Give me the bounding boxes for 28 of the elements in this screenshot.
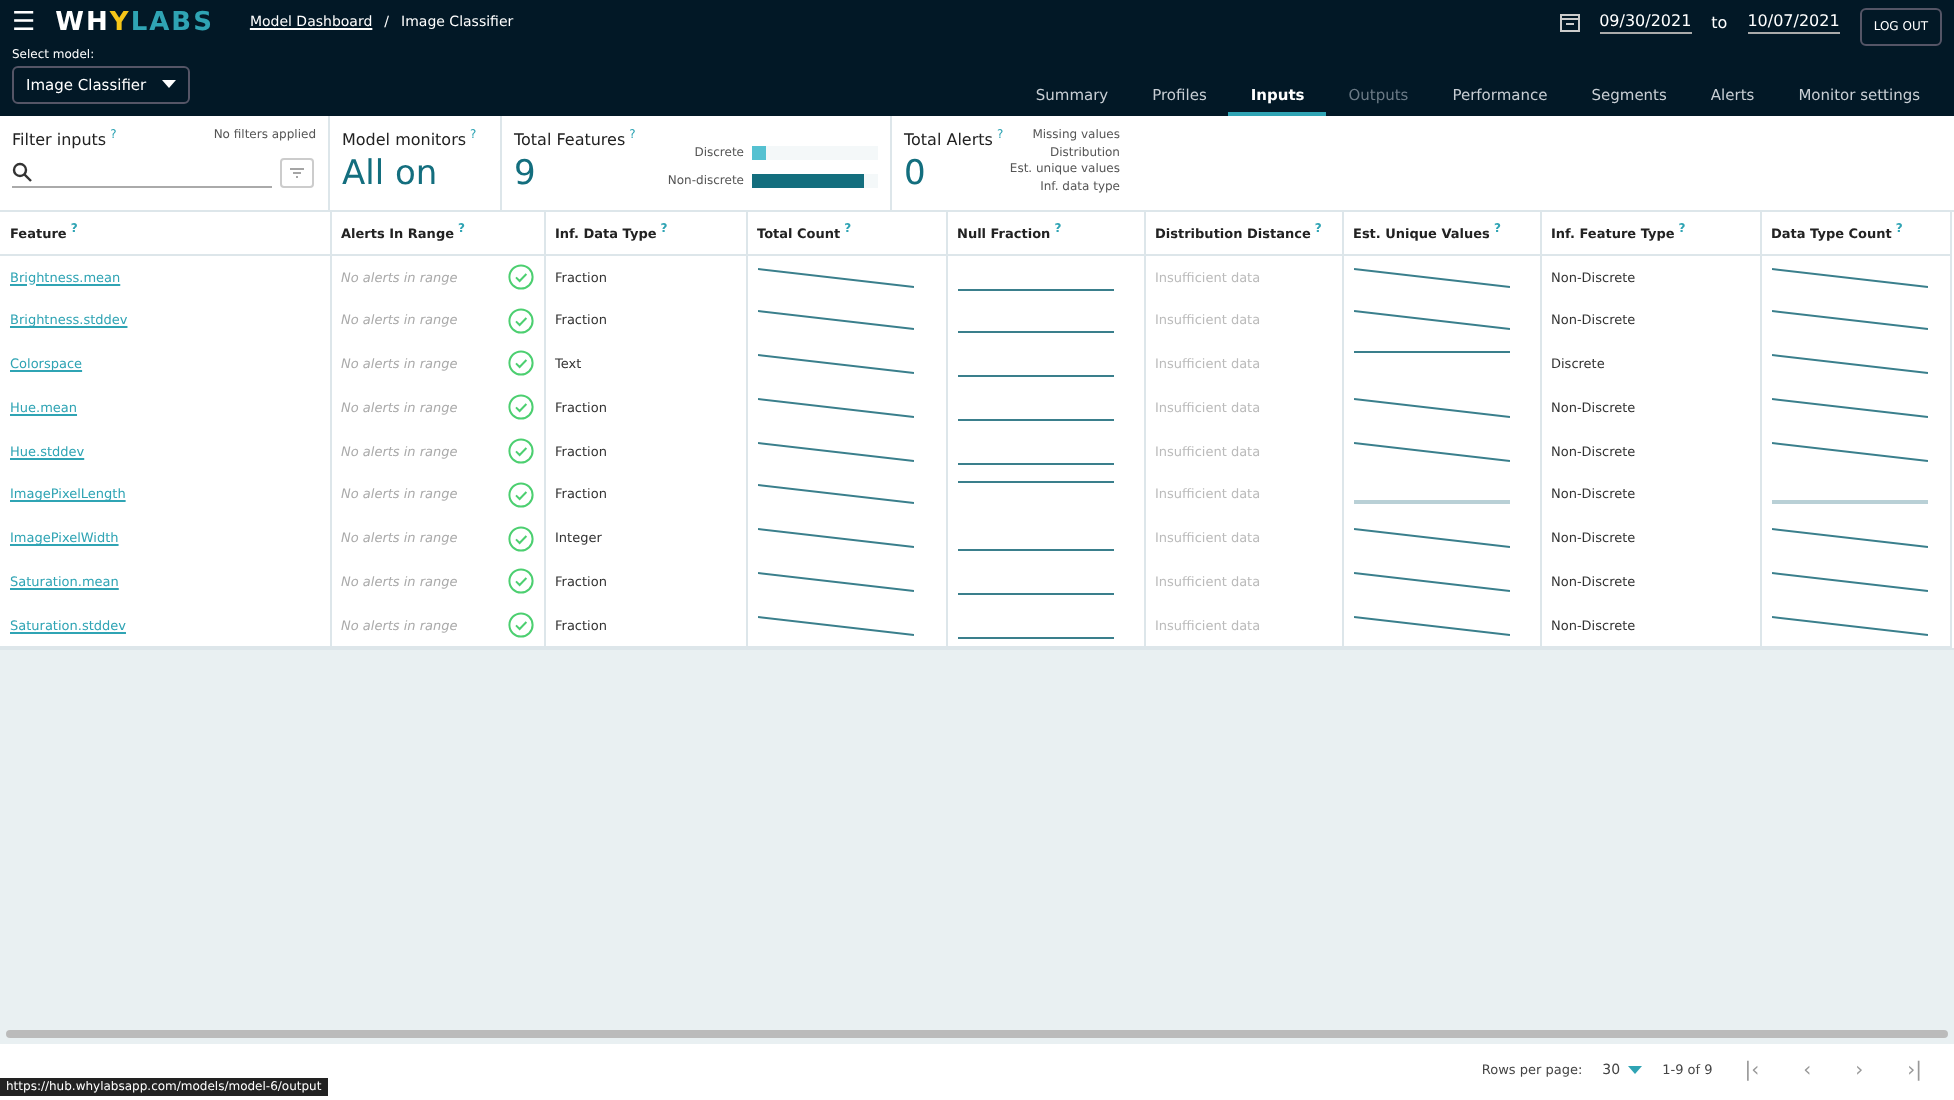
search-icon xyxy=(12,161,32,182)
date-separator: to xyxy=(1711,13,1728,31)
start-date-field[interactable]: 09/30/2021 xyxy=(1599,11,1692,33)
card-title: Total Features $^{?}$ xyxy=(514,128,638,150)
monitors-value: All on xyxy=(342,153,440,194)
filter-button[interactable] xyxy=(280,157,314,188)
check-circle-icon xyxy=(507,525,533,552)
end-date-field[interactable]: 10/07/2021 xyxy=(1747,11,1840,33)
check-circle-icon xyxy=(507,612,533,639)
check-circle-icon xyxy=(507,307,533,334)
filter-icon xyxy=(290,167,304,178)
check-circle-icon xyxy=(507,394,533,421)
features-count: 9 xyxy=(514,153,536,194)
check-circle-icon xyxy=(507,481,533,508)
alerts-count: 0 xyxy=(904,153,928,194)
check-circle-icon xyxy=(507,438,533,465)
calendar-icon[interactable] xyxy=(1559,12,1580,32)
check-circle-icon xyxy=(507,568,533,595)
search-field[interactable] xyxy=(12,157,272,188)
logo[interactable]: WHYLABS xyxy=(55,7,214,37)
check-circle-icon xyxy=(507,264,533,291)
card-title: Model monitors $^{?}$ xyxy=(342,128,479,150)
check-circle-icon xyxy=(507,350,533,377)
card-title: Filter inputs $^{?}$ xyxy=(12,128,117,150)
caret-icon[interactable] xyxy=(162,80,177,90)
card-title: Total Alerts $^{?}$ xyxy=(904,128,1004,150)
scrollbar[interactable] xyxy=(6,1030,1948,1039)
menu-button[interactable]: ☰ xyxy=(12,7,36,37)
